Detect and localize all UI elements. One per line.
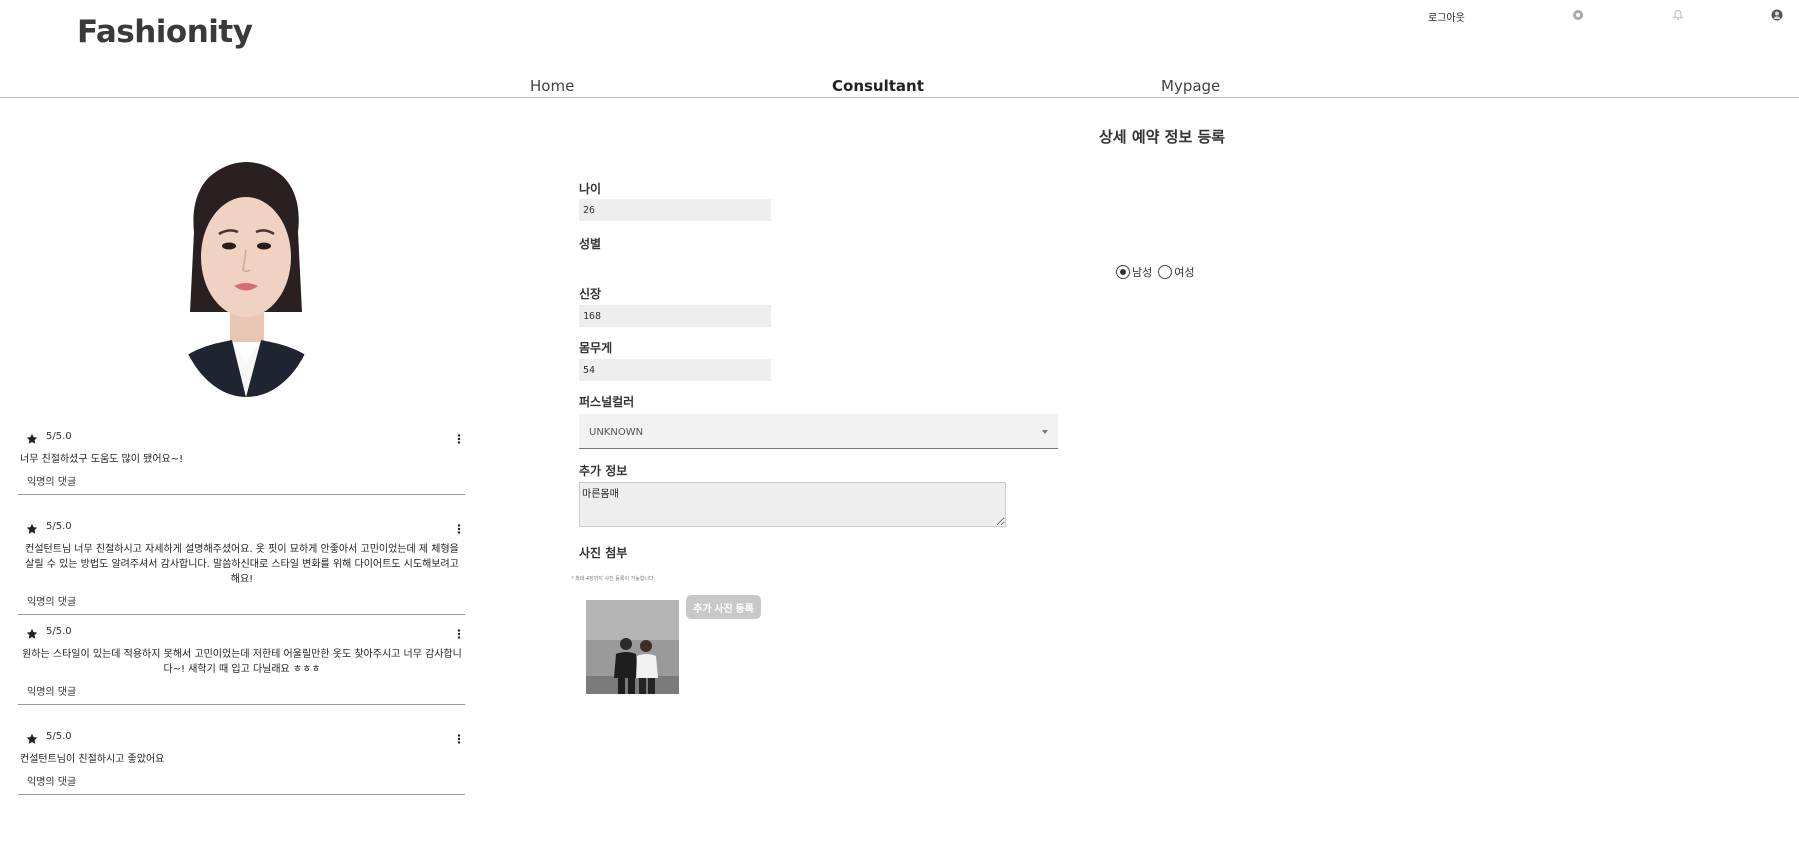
height-label: 신장 bbox=[579, 287, 602, 301]
review-item: 5/5.0 컨설턴트님이 친절하시고 좋았어요 익명의 댓글 bbox=[18, 730, 466, 795]
user-icon[interactable] bbox=[1771, 9, 1783, 21]
photo-label: 사진 첨부 bbox=[579, 546, 628, 560]
gender-label: 성별 bbox=[579, 237, 602, 251]
review-item: 5/5.0 원하는 스타일이 있는데 적용하지 못해서 고민이었는데 저한테 어… bbox=[18, 625, 466, 705]
gender-radio-group: 남성 여성 bbox=[1116, 264, 1195, 280]
gender-female-radio[interactable] bbox=[1158, 265, 1173, 279]
consultant-photo bbox=[174, 162, 319, 397]
anonymous-comment[interactable]: 익명의 댓글 bbox=[18, 683, 465, 705]
gender-male-radio[interactable] bbox=[1116, 265, 1130, 279]
personal-color-select[interactable]: UNKNOWN bbox=[579, 414, 1058, 449]
gender-female-label[interactable]: 여성 bbox=[1174, 264, 1194, 280]
more-vert-icon[interactable] bbox=[456, 625, 462, 644]
gender-male-label[interactable]: 남성 bbox=[1132, 264, 1152, 280]
height-input[interactable] bbox=[579, 305, 771, 327]
logo[interactable]: Fashionity bbox=[77, 14, 253, 50]
age-label: 나이 bbox=[579, 182, 602, 196]
dropdown-caret-icon bbox=[1042, 430, 1048, 434]
review-score: 5/5.0 bbox=[46, 431, 72, 442]
anonymous-comment[interactable]: 익명의 댓글 bbox=[18, 593, 465, 615]
nav-consultant[interactable]: Consultant bbox=[832, 77, 924, 95]
weight-input[interactable] bbox=[579, 359, 771, 381]
review-score: 5/5.0 bbox=[46, 626, 72, 637]
add-photo-button[interactable]: 추가 사진 등록 bbox=[686, 595, 761, 619]
star-icon bbox=[26, 730, 38, 749]
review-score: 5/5.0 bbox=[46, 521, 72, 532]
weight-label: 몸무게 bbox=[579, 341, 613, 355]
extra-info-textarea[interactable]: 마른몸매 bbox=[579, 482, 1006, 527]
review-text: 컨설턴트님 너무 친절하시고 자세하게 설명해주셨어요. 옷 핏이 묘하게 안좋… bbox=[25, 544, 459, 585]
more-vert-icon[interactable] bbox=[456, 430, 462, 449]
nav-home[interactable]: Home bbox=[530, 77, 574, 95]
personal-color-value: UNKNOWN bbox=[589, 427, 644, 438]
nav-mypage[interactable]: Mypage bbox=[1161, 77, 1220, 95]
settings-icon[interactable] bbox=[1572, 9, 1584, 21]
photo-note: * 최대 4장까지 사진 등록이 가능합니다. bbox=[571, 576, 656, 582]
nav-divider bbox=[0, 97, 1799, 98]
star-icon bbox=[26, 430, 38, 449]
anonymous-comment[interactable]: 익명의 댓글 bbox=[18, 473, 465, 495]
review-score: 5/5.0 bbox=[46, 731, 72, 742]
main-nav: Home Consultant Mypage bbox=[0, 77, 1799, 99]
bell-icon[interactable] bbox=[1672, 9, 1684, 21]
uploaded-photo[interactable] bbox=[586, 600, 679, 694]
star-icon bbox=[26, 520, 38, 539]
review-item: 5/5.0 너무 친절하셨구 도움도 많이 됐어요~! 익명의 댓글 bbox=[18, 430, 466, 495]
logout-link[interactable]: 로그아웃 bbox=[1428, 9, 1465, 24]
extra-info-label: 추가 정보 bbox=[579, 464, 628, 478]
review-text: 컨설턴트님이 친절하시고 좋았어요 bbox=[20, 754, 165, 765]
personal-color-label: 퍼스널컬러 bbox=[579, 395, 635, 409]
page-title: 상세 예약 정보 등록 bbox=[1099, 128, 1226, 146]
more-vert-icon[interactable] bbox=[456, 730, 462, 749]
more-vert-icon[interactable] bbox=[456, 520, 462, 539]
anonymous-comment[interactable]: 익명의 댓글 bbox=[18, 773, 465, 795]
review-text: 너무 친절하셨구 도움도 많이 됐어요~! bbox=[20, 454, 184, 465]
age-input[interactable] bbox=[579, 199, 771, 221]
review-text: 원하는 스타일이 있는데 적용하지 못해서 고민이었는데 저한테 어울릴만한 옷… bbox=[22, 649, 462, 675]
star-icon bbox=[26, 625, 38, 644]
review-item: 5/5.0 컨설턴트님 너무 친절하시고 자세하게 설명해주셨어요. 옷 핏이 … bbox=[18, 520, 466, 615]
